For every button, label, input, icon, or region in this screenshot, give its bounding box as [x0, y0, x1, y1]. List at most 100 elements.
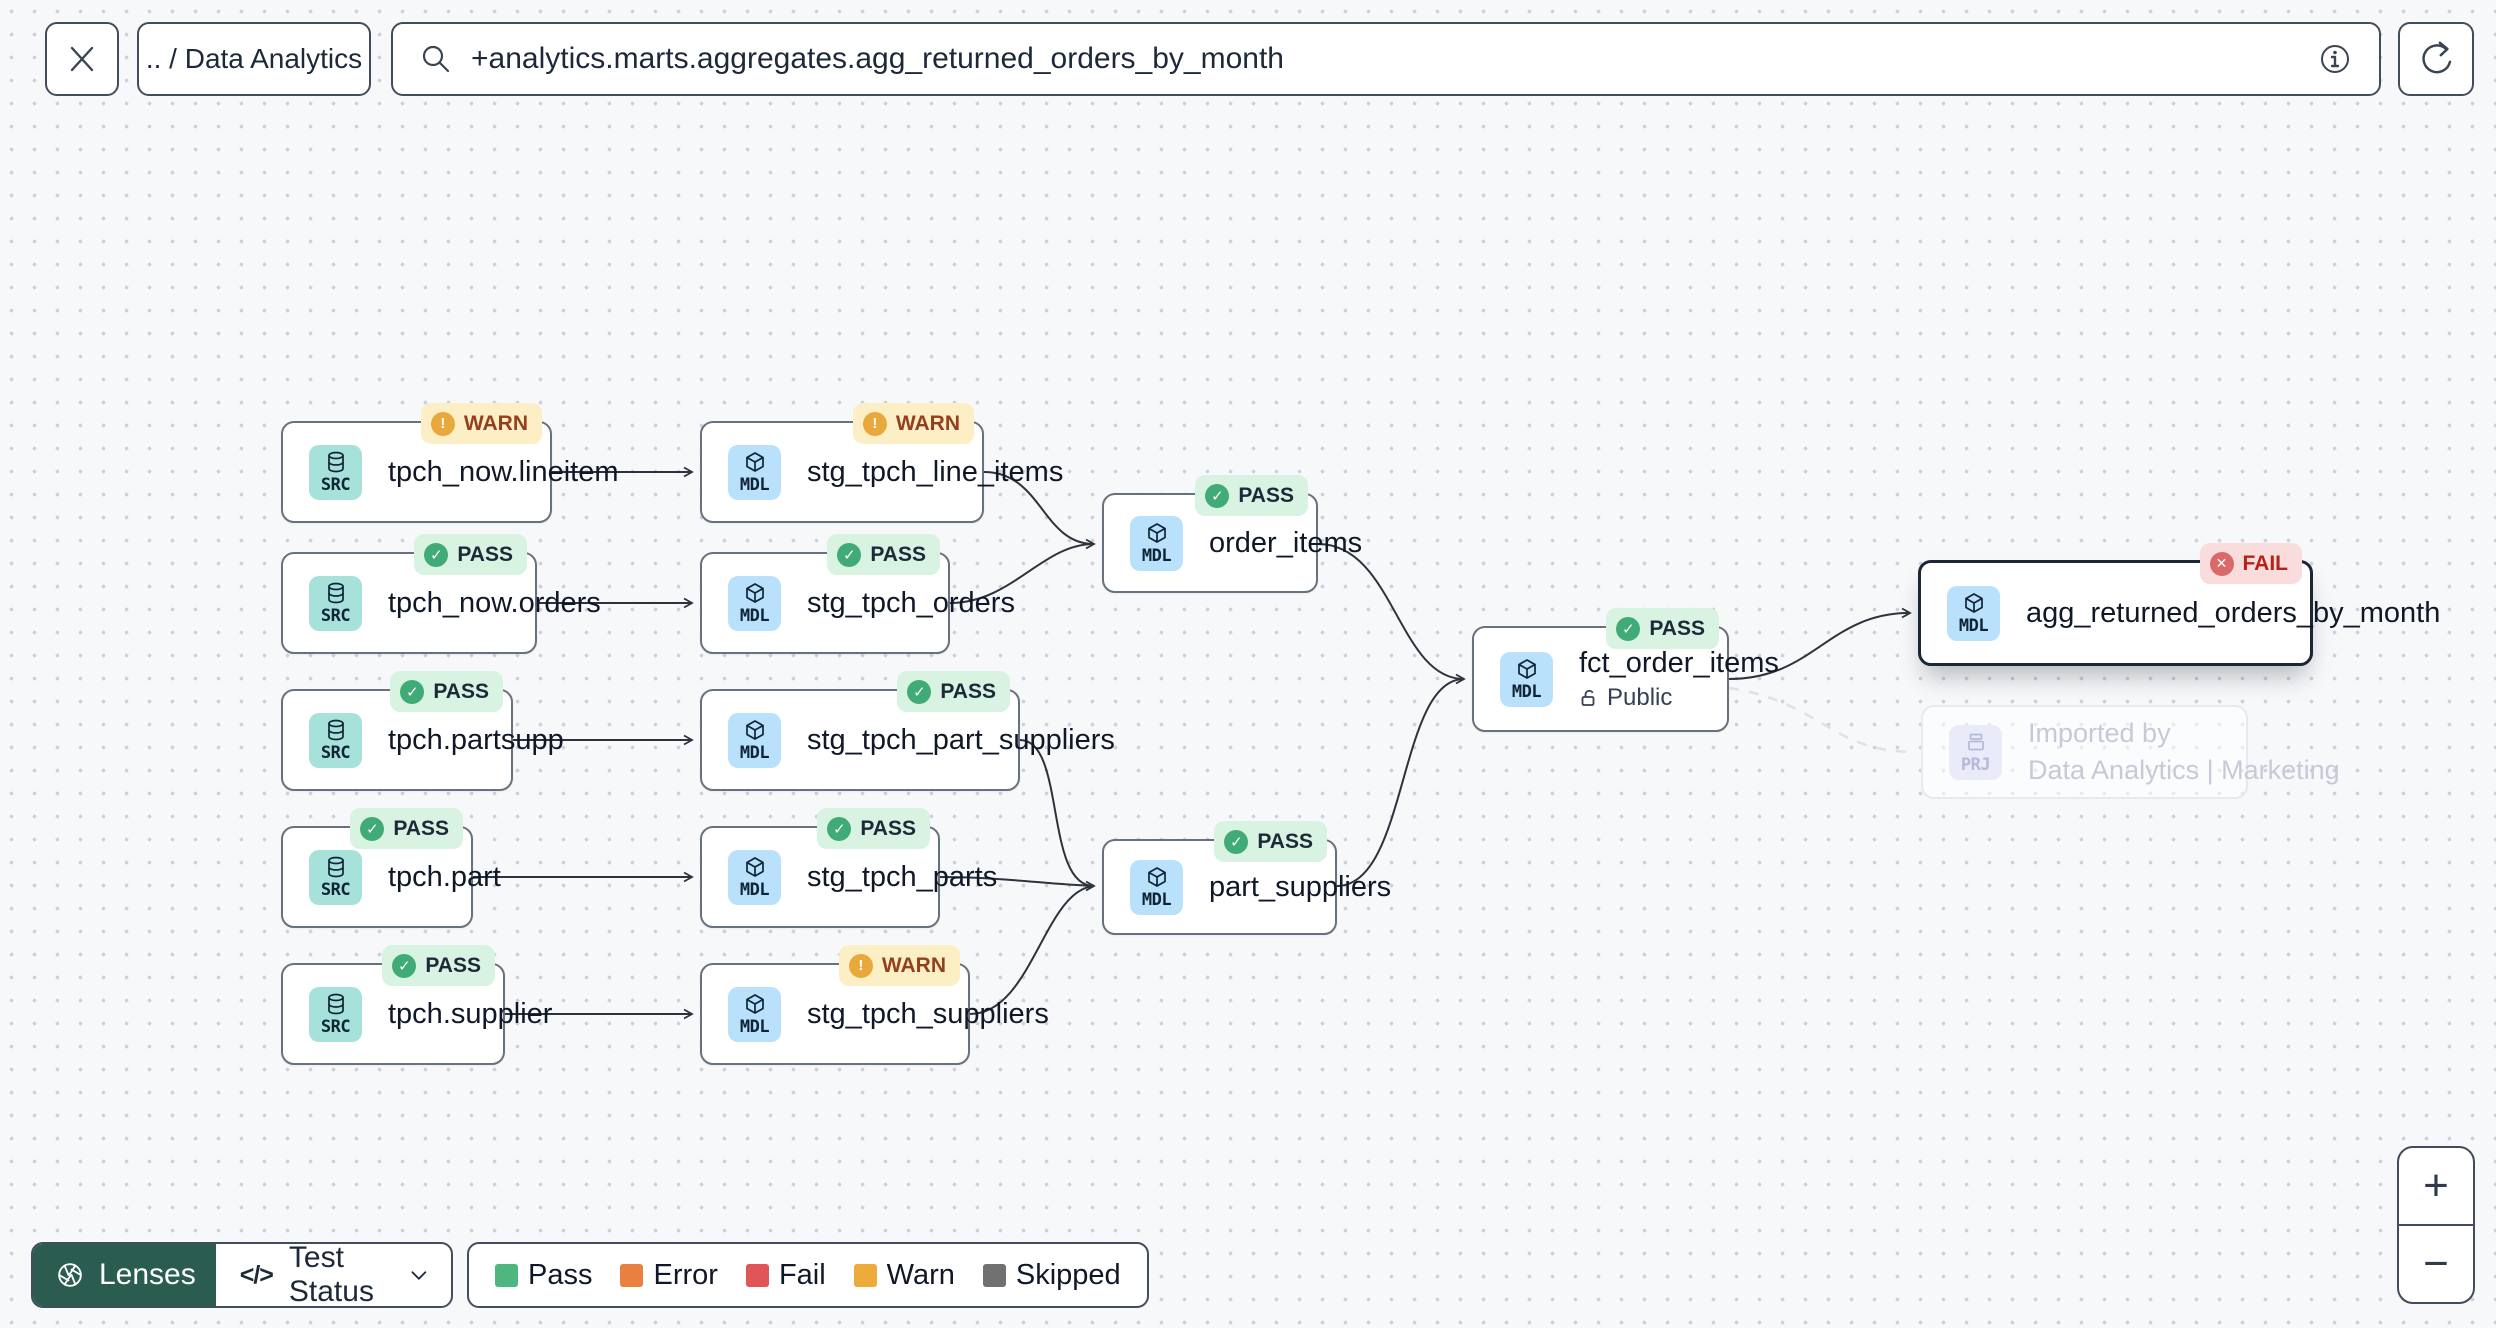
breadcrumb-label: .. / Data Analytics — [145, 43, 363, 74]
model-tile: MDL — [1947, 585, 2000, 641]
node-stg-tpch-line-items[interactable]: ! WARN MDL stg_tpch_line_items — [700, 403, 1063, 523]
node-tpch-supplier[interactable]: ✓ PASS SRC tpch.supplier — [281, 945, 552, 1065]
access-tag: Public — [1579, 684, 1779, 712]
model-tile: MDL — [1130, 515, 1183, 571]
model-tile: MDL — [728, 575, 781, 631]
database-icon — [327, 993, 344, 1014]
node-stg-tpch-orders[interactable]: ✓ PASS MDL stg_tpch_orders — [700, 534, 1015, 654]
source-tile: SRC — [309, 575, 362, 631]
warn-icon: ! — [848, 953, 873, 978]
breadcrumb[interactable]: .. / Data Analytics — [137, 22, 371, 96]
lenses-button[interactable]: Lenses — [33, 1244, 216, 1306]
cube-icon — [745, 993, 764, 1014]
node-label: stg_tpch_orders — [807, 586, 1015, 619]
node-order-items[interactable]: ✓ PASS MDL order_items — [1102, 475, 1362, 593]
database-icon — [327, 451, 344, 472]
status-badge: ✓ PASS — [414, 534, 527, 575]
node-stg-tpch-part-suppliers[interactable]: ✓ PASS MDL stg_tpch_part_suppliers — [700, 671, 1115, 791]
cube-icon — [745, 582, 764, 603]
cube-icon — [745, 451, 764, 472]
cube-icon — [1964, 592, 1983, 613]
node-label: stg_tpch_suppliers — [807, 997, 1049, 1030]
model-tile: MDL — [1500, 651, 1553, 707]
legend-item-skipped: Skipped — [982, 1259, 1121, 1292]
unlock-icon — [1581, 689, 1595, 706]
status-badge: ! WARN — [852, 403, 974, 444]
zoom-out-button[interactable]: − — [2399, 1226, 2473, 1302]
cube-icon — [1517, 658, 1536, 679]
node-tpch-part[interactable]: ✓ PASS SRC tpch.part — [281, 808, 501, 928]
status-badge: ✕ FAIL — [2199, 543, 2302, 584]
node-tpch-now-lineitem[interactable]: ! WARN SRC tpch_now.lineitem — [281, 403, 619, 523]
node-label: tpch_now.lineitem — [388, 455, 619, 488]
search-input[interactable] — [471, 24, 2299, 94]
node-label: stg_tpch_part_suppliers — [807, 723, 1115, 756]
node-stg-tpch-parts[interactable]: ✓ PASS MDL stg_tpch_parts — [700, 808, 997, 928]
search-icon — [422, 45, 450, 73]
edge — [1019, 739, 1096, 892]
source-tile: SRC — [309, 444, 362, 500]
node-label: part_suppliers — [1209, 870, 1392, 903]
error-swatch — [620, 1263, 644, 1287]
source-tile: SRC — [309, 986, 362, 1042]
lens-selector[interactable]: Lenses </> Test Status — [31, 1242, 453, 1308]
node-label: fct_order_items — [1579, 646, 1779, 679]
edge — [1317, 543, 1466, 685]
node-imported-by-project[interactable]: PRJ Imported by Data Analytics | Marketi… — [1921, 705, 2340, 799]
lens-name: Test Status — [288, 1242, 374, 1308]
status-badge: ✓ PASS — [1606, 608, 1719, 649]
refresh-icon — [2422, 41, 2452, 74]
database-icon — [327, 856, 344, 877]
node-stg-tpch-suppliers[interactable]: ! WARN MDL stg_tpch_suppliers — [700, 945, 1049, 1065]
search-bar[interactable] — [391, 22, 2381, 96]
source-tile: SRC — [309, 712, 362, 768]
node-label: order_items — [1209, 526, 1363, 559]
model-tile: MDL — [728, 849, 781, 905]
status-badge: ✓ PASS — [382, 945, 495, 986]
check-icon: ✓ — [1616, 616, 1641, 641]
node-fct-order-items[interactable]: ✓ PASS MDL fct_order_items Public — [1472, 608, 1779, 732]
check-icon: ✓ — [1224, 829, 1249, 854]
check-icon: ✓ — [837, 542, 862, 567]
legend-item-fail: Fail — [745, 1259, 826, 1292]
status-badge: ✓ PASS — [390, 671, 503, 712]
status-badge: ✓ PASS — [827, 534, 940, 575]
database-icon — [327, 719, 344, 740]
source-tile: SRC — [309, 849, 362, 905]
node-label: stg_tpch_parts — [807, 860, 998, 893]
close-icon — [70, 46, 94, 72]
node-label: tpch.supplier — [388, 997, 553, 1030]
legend-item-warn: Warn — [853, 1259, 955, 1292]
edge — [969, 885, 1095, 1015]
node-part-suppliers[interactable]: ✓ PASS MDL part_suppliers — [1102, 821, 1391, 935]
code-icon: </> — [239, 1260, 274, 1289]
lineage-app: { "topbar": { "breadcrumb": ".. / Data A… — [0, 0, 2496, 1328]
cube-icon — [745, 856, 764, 877]
node-label: tpch.partsupp — [388, 723, 564, 756]
status-badge: ! WARN — [420, 403, 542, 444]
close-button[interactable] — [45, 22, 119, 96]
node-label: agg_returned_orders_by_month — [2026, 596, 2441, 629]
archive-box-icon — [1967, 733, 1984, 750]
model-tile: MDL — [728, 986, 781, 1042]
skipped-swatch — [982, 1263, 1006, 1287]
node-tpch-now-orders[interactable]: ✓ PASS SRC tpch_now.orders — [281, 534, 601, 654]
check-icon: ✓ — [1205, 483, 1230, 508]
status-badge: ✓ PASS — [1195, 475, 1308, 516]
node-agg-returned-orders-by-month[interactable]: ✕ FAIL MDL agg_returned_orders_by_month — [1918, 543, 2440, 666]
model-tile: MDL — [728, 444, 781, 500]
chevron-down-icon — [411, 1270, 427, 1280]
check-icon: ✓ — [400, 679, 425, 704]
info-icon[interactable] — [2317, 41, 2353, 77]
fail-icon: ✕ — [2209, 551, 2234, 576]
zoom-in-button[interactable]: + — [2399, 1148, 2473, 1224]
test-status-legend: Pass Error Fail Warn Skipped — [467, 1242, 1149, 1308]
node-tpch-partsupp[interactable]: ✓ PASS SRC tpch.partsupp — [281, 671, 564, 791]
node-label: tpch_now.orders — [388, 586, 601, 619]
refresh-button[interactable] — [2398, 22, 2474, 96]
lens-current[interactable]: </> Test Status — [216, 1244, 451, 1306]
legend-item-error: Error — [620, 1259, 718, 1292]
project-name: Data Analytics | Marketing — [2028, 755, 2340, 785]
status-badge: ✓ PASS — [350, 808, 463, 849]
node-label: stg_tpch_line_items — [807, 455, 1064, 488]
